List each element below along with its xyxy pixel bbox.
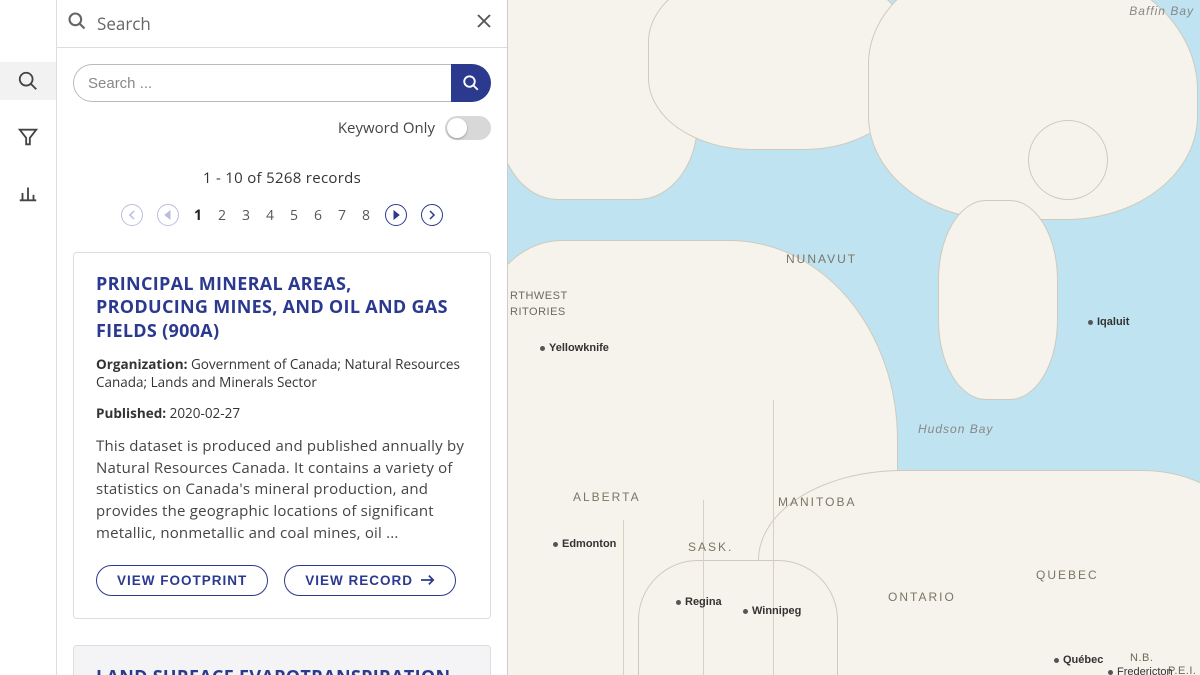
map-canvas[interactable]: Baffin Bay Hudson Bay RTHWEST RITORIES N… bbox=[508, 0, 1200, 675]
button-label: VIEW FOOTPRINT bbox=[117, 573, 247, 588]
map-region-label: MANITOBA bbox=[778, 495, 856, 509]
map-city-label: Yellowknife bbox=[540, 342, 609, 354]
page-number[interactable]: 4 bbox=[265, 206, 275, 225]
pagination: 1 2 3 4 5 6 7 8 bbox=[73, 204, 491, 226]
published-label: Published: bbox=[96, 404, 166, 422]
map-region-label: QUEBEC bbox=[1036, 568, 1099, 582]
result-actions: VIEW FOOTPRINT VIEW RECORD bbox=[96, 565, 468, 596]
map-region-label: ONTARIO bbox=[888, 590, 956, 604]
map-water-label: Hudson Bay bbox=[918, 422, 993, 436]
pager-last-button[interactable] bbox=[421, 204, 443, 226]
map-city-label: Iqaluit bbox=[1088, 316, 1129, 328]
arrow-right-bar-icon bbox=[427, 210, 437, 220]
page-number[interactable]: 6 bbox=[313, 206, 323, 225]
panel-body: Keyword Only 1 - 10 of 5268 records 1 2 … bbox=[57, 48, 507, 675]
published-value: 2020-02-27 bbox=[170, 404, 240, 422]
keyword-only-toggle[interactable] bbox=[445, 116, 491, 140]
pager-next-button[interactable] bbox=[385, 204, 407, 226]
panel-title: Search bbox=[97, 12, 465, 35]
tool-rail bbox=[0, 0, 57, 675]
search-icon bbox=[462, 74, 480, 92]
search-icon bbox=[17, 70, 39, 92]
pager-first-button[interactable] bbox=[121, 204, 143, 226]
arrow-right-icon bbox=[421, 574, 435, 586]
rail-filter-button[interactable] bbox=[0, 118, 56, 156]
map-region-label: NUNAVUT bbox=[786, 252, 857, 266]
close-panel-button[interactable] bbox=[475, 12, 493, 35]
map-city-label: Winnipeg bbox=[743, 605, 801, 617]
search-input[interactable] bbox=[73, 64, 451, 102]
map-city-label: Québec bbox=[1054, 654, 1103, 666]
result-card: LAND SURFACE EVAPOTRANSPIRATION FOR CANA… bbox=[73, 645, 491, 675]
result-organization-row: Organization: Government of Canada; Natu… bbox=[96, 355, 468, 391]
map-region-label: RITORIES bbox=[510, 306, 566, 318]
view-record-button[interactable]: VIEW RECORD bbox=[284, 565, 456, 596]
chevron-right-icon bbox=[391, 210, 401, 220]
keyword-only-row: Keyword Only bbox=[73, 116, 491, 140]
result-description: This dataset is produced and published a… bbox=[96, 436, 468, 545]
page-number[interactable]: 7 bbox=[337, 206, 347, 225]
pager-prev-button[interactable] bbox=[157, 204, 179, 226]
search-submit-button[interactable] bbox=[451, 64, 491, 102]
page-number[interactable]: 8 bbox=[361, 206, 371, 225]
map-city-label: Fredericton bbox=[1108, 666, 1173, 675]
view-footprint-button[interactable]: VIEW FOOTPRINT bbox=[96, 565, 268, 596]
chevron-left-icon bbox=[163, 210, 173, 220]
records-count: 1 - 10 of 5268 records bbox=[73, 168, 491, 188]
filter-icon bbox=[17, 126, 39, 148]
page-number[interactable]: 1 bbox=[193, 206, 203, 225]
map-region-label: ALBERTA bbox=[573, 490, 641, 504]
arrow-left-bar-icon bbox=[127, 210, 137, 220]
keyword-only-label: Keyword Only bbox=[338, 118, 435, 138]
rail-search-button[interactable] bbox=[0, 62, 56, 100]
close-icon bbox=[475, 12, 493, 30]
map-region-label: RTHWEST bbox=[510, 290, 568, 302]
search-icon bbox=[67, 11, 87, 36]
result-title[interactable]: LAND SURFACE EVAPOTRANSPIRATION FOR CANA… bbox=[96, 666, 468, 675]
map-region-label: SASK. bbox=[688, 540, 733, 554]
map-water-label: Baffin Bay bbox=[1129, 4, 1194, 18]
bar-chart-icon bbox=[17, 182, 39, 204]
panel-header: Search bbox=[57, 0, 507, 48]
organization-label: Organization: bbox=[96, 355, 187, 373]
result-card: PRINCIPAL MINERAL AREAS, PRODUCING MINES… bbox=[73, 252, 491, 619]
map-city-label: Regina bbox=[676, 596, 722, 608]
search-bar bbox=[73, 64, 491, 102]
rail-analytics-button[interactable] bbox=[0, 174, 56, 212]
result-published-row: Published: 2020-02-27 bbox=[96, 404, 468, 422]
search-panel: Search Keyword Only 1 - 10 of 5268 recor… bbox=[57, 0, 508, 675]
map-region-label: N.B. bbox=[1130, 652, 1153, 664]
page-number[interactable]: 3 bbox=[241, 206, 251, 225]
result-title[interactable]: PRINCIPAL MINERAL AREAS, PRODUCING MINES… bbox=[96, 273, 468, 343]
page-number[interactable]: 5 bbox=[289, 206, 299, 225]
page-number[interactable]: 2 bbox=[217, 206, 227, 225]
button-label: VIEW RECORD bbox=[305, 573, 413, 588]
map-city-label: Edmonton bbox=[553, 538, 616, 550]
